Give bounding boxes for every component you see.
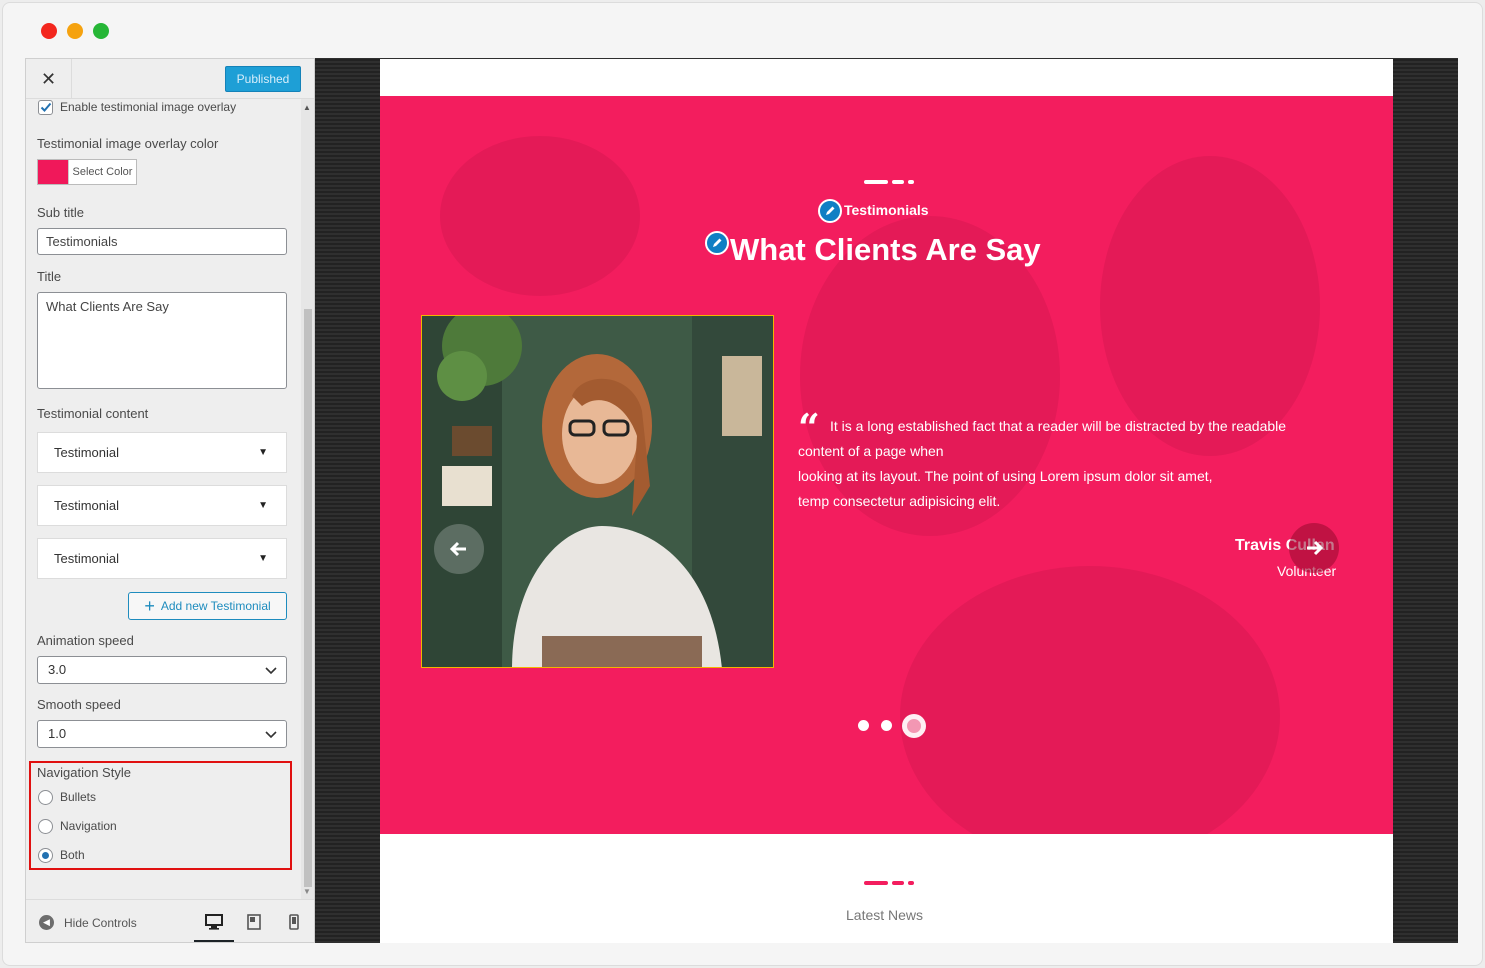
latest-news-title: Latest News bbox=[846, 907, 924, 923]
panel-scrollbar[interactable]: ▲ ▼ bbox=[301, 99, 314, 899]
section-title: What Clients Are Say bbox=[730, 232, 1041, 267]
testimonial-photo bbox=[421, 315, 774, 668]
chevron-down-icon bbox=[265, 731, 277, 739]
mobile-preview-button[interactable] bbox=[284, 912, 304, 932]
title-textarea[interactable]: What Clients Are Say bbox=[37, 292, 287, 389]
edit-title-icon[interactable] bbox=[705, 231, 729, 255]
chevron-down-icon bbox=[265, 667, 277, 675]
overlay-checkbox[interactable] bbox=[38, 100, 53, 115]
arrow-right-icon bbox=[1307, 540, 1323, 556]
publish-button[interactable]: Published bbox=[225, 66, 301, 92]
quote-icon: “ bbox=[798, 405, 820, 450]
site-page: Testimonials What Clients Are Say “ It i… bbox=[380, 59, 1393, 943]
testimonial-item-2[interactable]: Testimonial ▼ bbox=[37, 485, 287, 526]
smooth-speed-select[interactable]: 1.0 bbox=[37, 720, 287, 748]
site-preview: Testimonials What Clients Are Say “ It i… bbox=[315, 58, 1458, 943]
checkmark-icon bbox=[40, 102, 52, 112]
woman-portrait-image bbox=[422, 316, 773, 667]
window-maximize-dot[interactable] bbox=[93, 23, 109, 39]
smooth-speed-label: Smooth speed bbox=[37, 697, 121, 712]
desktop-preview-button[interactable] bbox=[194, 912, 234, 942]
overlay-checkbox-label: Enable testimonial image overlay bbox=[60, 100, 237, 114]
hide-controls-button[interactable]: ◀ Hide Controls bbox=[39, 915, 137, 930]
carousel-bullet-active[interactable] bbox=[902, 714, 926, 738]
radio-bullets-label: Bullets bbox=[60, 790, 97, 804]
customizer-footer: ◀ Hide Controls bbox=[26, 899, 314, 942]
edit-subtitle-icon[interactable] bbox=[818, 199, 842, 223]
window-close-dot[interactable] bbox=[41, 23, 57, 39]
radio-navigation[interactable] bbox=[38, 819, 53, 834]
animation-speed-label: Animation speed bbox=[37, 633, 134, 648]
animation-speed-value: 3.0 bbox=[48, 662, 67, 677]
background-figure bbox=[900, 566, 1280, 834]
add-testimonial-button[interactable]: + Add new Testimonial bbox=[128, 592, 287, 620]
desktop-icon bbox=[205, 914, 223, 930]
collapse-icon: ◀ bbox=[39, 915, 54, 930]
carousel-bullet[interactable] bbox=[881, 720, 892, 731]
navigation-style-label: Navigation Style bbox=[37, 765, 131, 780]
panel-scroll-thumb[interactable] bbox=[304, 309, 312, 887]
testimonial-item-label: Testimonial bbox=[54, 551, 120, 566]
subtitle-input[interactable]: Testimonials bbox=[37, 228, 287, 255]
caret-down-icon: ▼ bbox=[258, 500, 268, 511]
scroll-up-icon[interactable]: ▲ bbox=[303, 103, 311, 112]
radio-both-label: Both bbox=[60, 848, 85, 862]
subtitle-label: Sub title bbox=[37, 205, 84, 220]
testimonial-item-label: Testimonial bbox=[54, 498, 120, 513]
quote-line-2: content of a page when bbox=[798, 443, 944, 459]
radio-navigation-label: Navigation bbox=[60, 819, 117, 833]
arrow-left-icon bbox=[450, 541, 466, 557]
window-minimize-dot[interactable] bbox=[67, 23, 83, 39]
testimonial-content-label: Testimonial content bbox=[37, 406, 149, 421]
radio-both[interactable] bbox=[38, 848, 53, 863]
close-icon: ✕ bbox=[40, 68, 57, 89]
animation-speed-select[interactable]: 3.0 bbox=[37, 656, 287, 684]
customizer-panel: ✕ Published ▲ ▼ Enable testimonial image… bbox=[25, 58, 315, 943]
color-swatch-preview bbox=[38, 160, 68, 184]
news-divider bbox=[864, 881, 914, 885]
caret-down-icon: ▼ bbox=[258, 447, 268, 458]
testimonial-item-label: Testimonial bbox=[54, 445, 120, 460]
select-color-label: Select Color bbox=[68, 160, 136, 184]
carousel-prev-button[interactable] bbox=[434, 524, 484, 574]
overlay-color-label: Testimonial image overlay color bbox=[37, 136, 219, 151]
add-testimonial-label: Add new Testimonial bbox=[160, 599, 271, 613]
background-figure bbox=[1100, 156, 1320, 456]
tablet-preview-button[interactable] bbox=[244, 912, 264, 932]
background-figure bbox=[440, 136, 640, 296]
quote-line-1: It is a long established fact that a rea… bbox=[830, 418, 1287, 434]
title-label: Title bbox=[37, 269, 62, 284]
overlay-color-picker[interactable]: Select Color bbox=[37, 159, 137, 185]
carousel-next-button[interactable] bbox=[1289, 523, 1339, 573]
scroll-down-icon[interactable]: ▼ bbox=[303, 887, 311, 896]
section-divider bbox=[864, 180, 914, 184]
mobile-icon bbox=[289, 914, 299, 930]
plus-icon: + bbox=[144, 596, 155, 616]
testimonial-item-3[interactable]: Testimonial ▼ bbox=[37, 538, 287, 579]
caret-down-icon: ▼ bbox=[258, 553, 268, 564]
quote-line-4: temp consectetur adipisicing elit. bbox=[798, 493, 1001, 509]
quote-line-3: looking at its layout. The point of usin… bbox=[798, 468, 1213, 484]
radio-bullets[interactable] bbox=[38, 790, 53, 805]
customizer-header: ✕ Published bbox=[26, 59, 314, 99]
smooth-speed-value: 1.0 bbox=[48, 726, 67, 741]
close-customizer-button[interactable]: ✕ bbox=[26, 59, 72, 99]
testimonial-section: Testimonials What Clients Are Say “ It i… bbox=[380, 96, 1393, 834]
testimonial-item-1[interactable]: Testimonial ▼ bbox=[37, 432, 287, 473]
hide-controls-label: Hide Controls bbox=[64, 915, 137, 930]
carousel-bullet[interactable] bbox=[858, 720, 869, 731]
tablet-icon bbox=[247, 914, 261, 930]
section-subtitle: Testimonials bbox=[844, 202, 929, 218]
